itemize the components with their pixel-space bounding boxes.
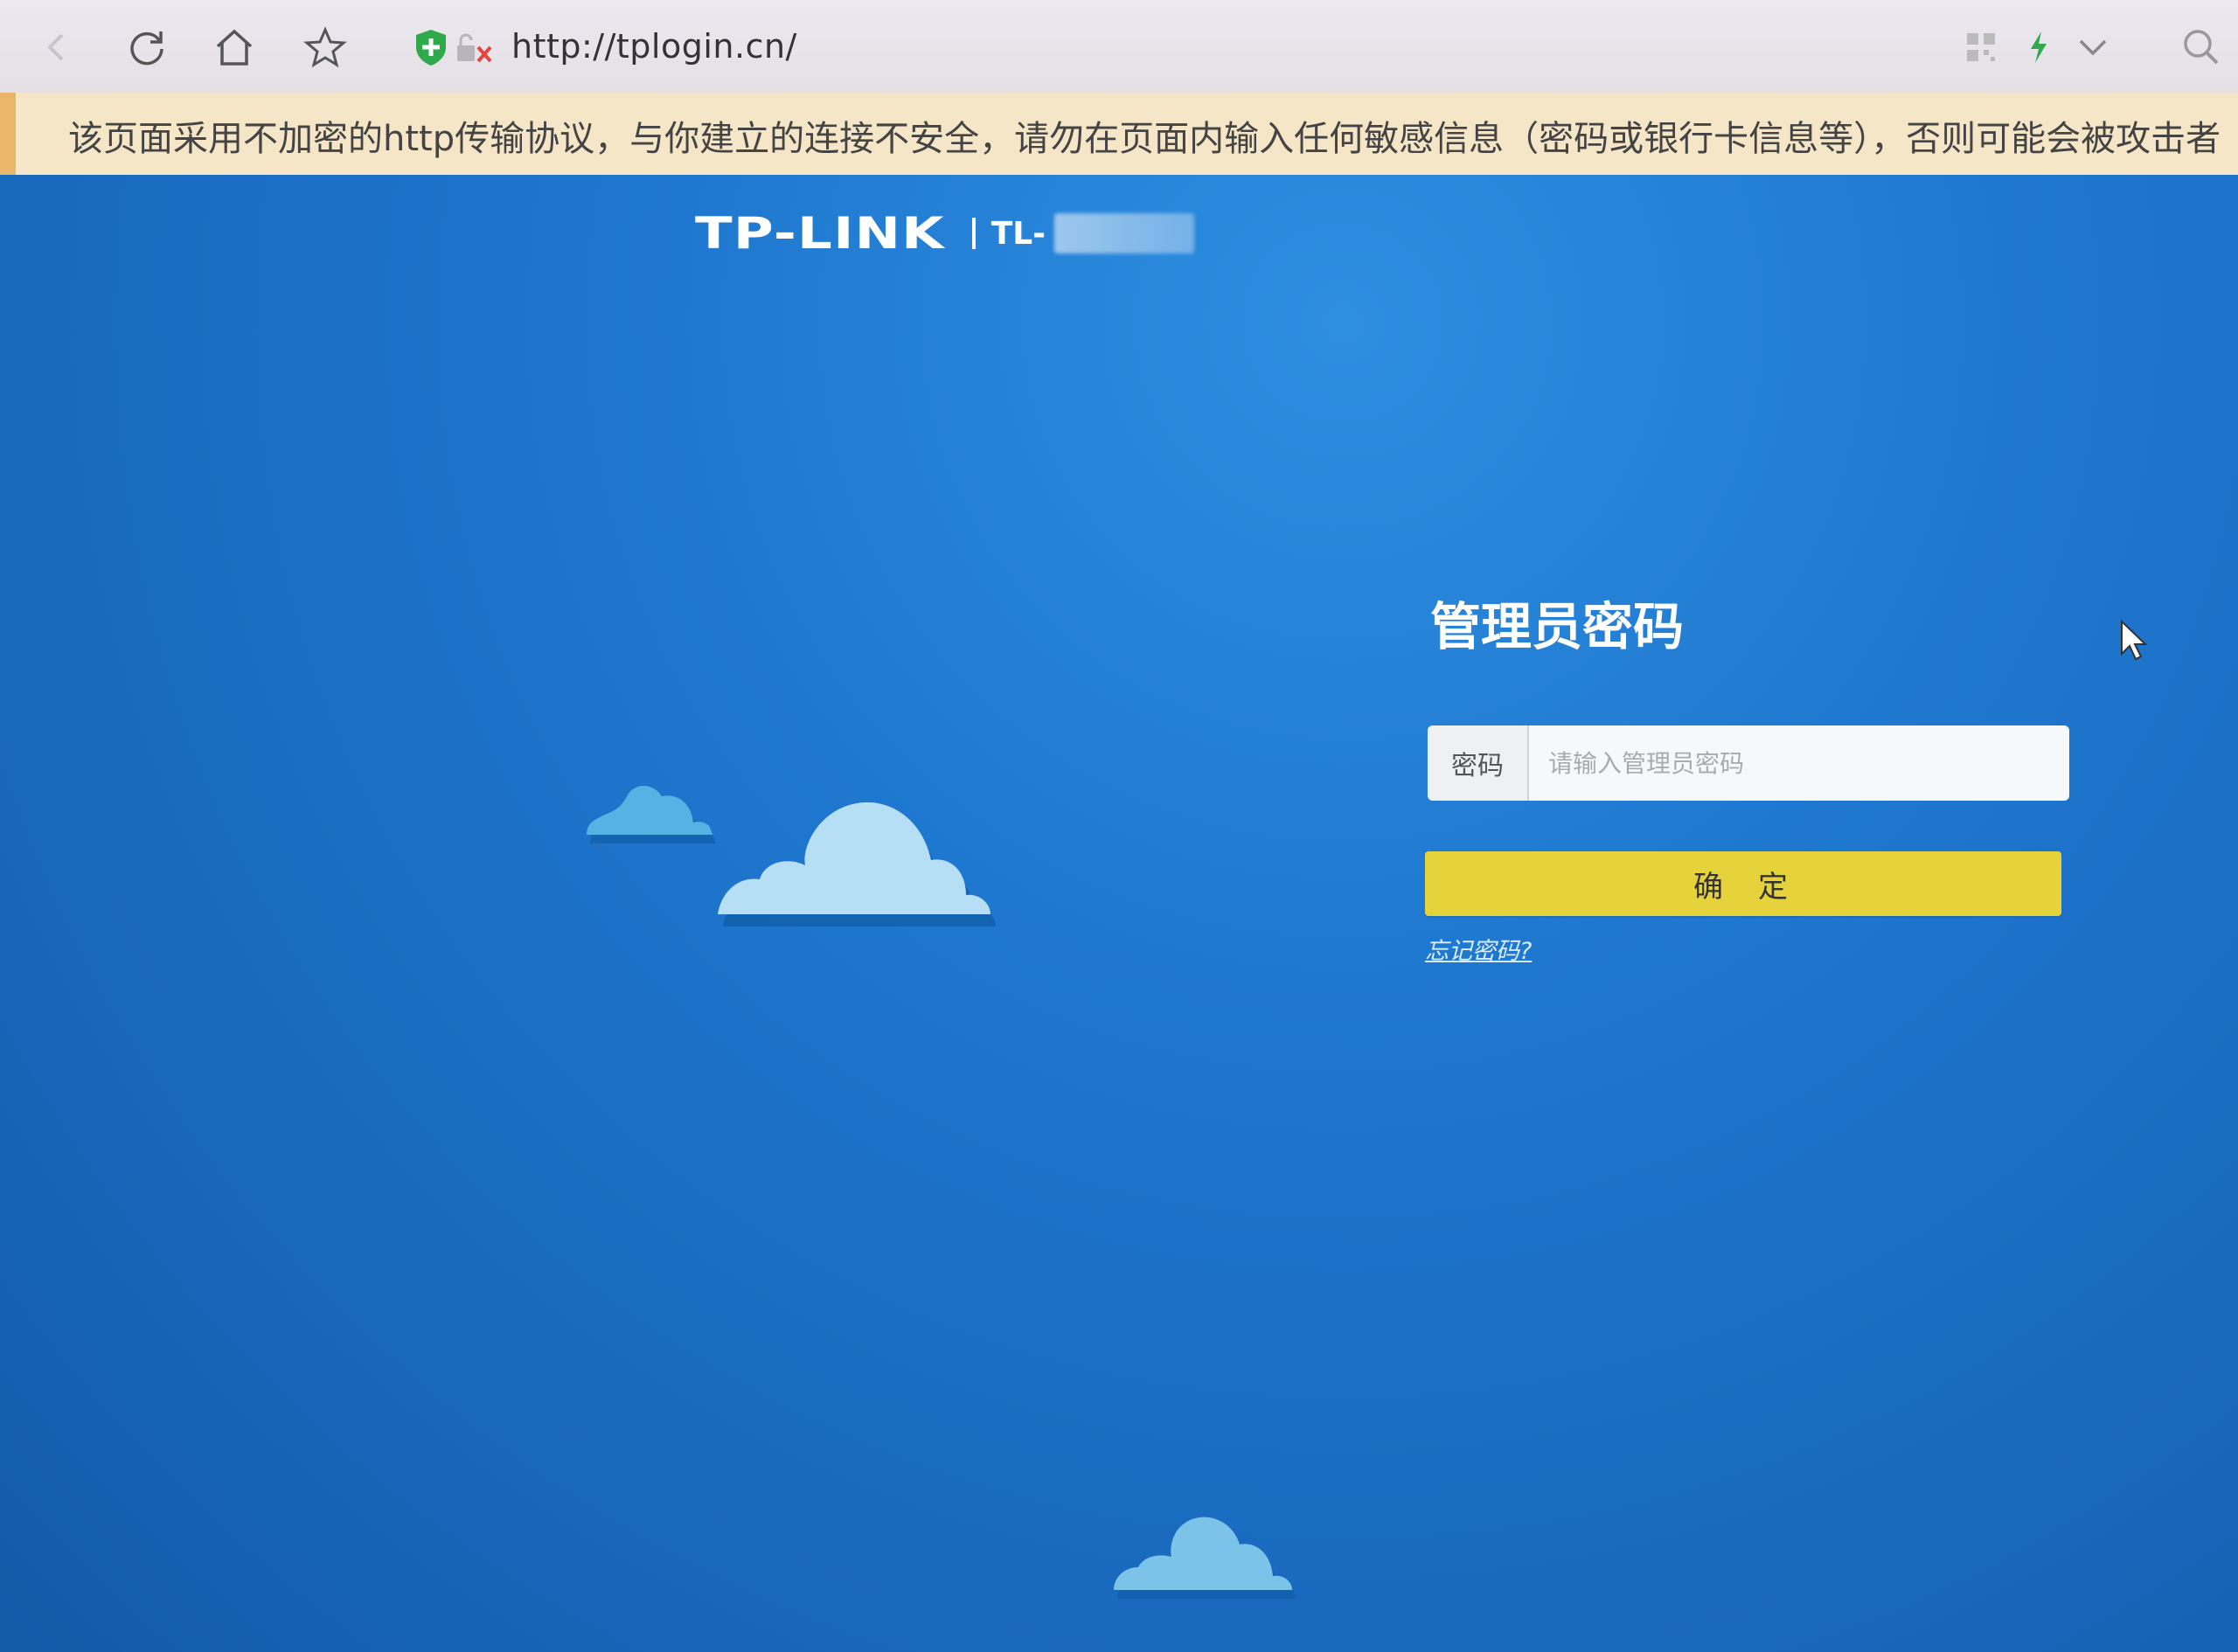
refresh-icon[interactable]	[122, 23, 171, 72]
chevron-down-icon[interactable]	[2068, 23, 2117, 72]
back-icon[interactable]	[31, 23, 80, 72]
confirm-button[interactable]: 确定	[1425, 851, 2061, 916]
brand-header: TP-LINK TL-	[695, 208, 1195, 259]
mouse-cursor-icon	[2121, 619, 2148, 661]
model-prefix: TL-	[990, 215, 1046, 252]
qr-icon[interactable]	[1957, 23, 2005, 72]
address-bar[interactable]: http://tplogin.cn/	[398, 16, 1901, 77]
router-login-page: TP-LINK TL- 管理员密码 密码 确定 忘记密码?	[0, 175, 2238, 1652]
password-label: 密码	[1428, 725, 1529, 801]
cloud-large-icon	[718, 802, 996, 927]
shield-icon[interactable]	[414, 28, 448, 70]
brand-divider	[971, 218, 976, 249]
browser-toolbar: http://tplogin.cn/	[0, 0, 2238, 94]
model-number-redacted	[1054, 213, 1195, 253]
cloud-bottom-icon	[1114, 1517, 1296, 1599]
password-field-group: 密码	[1428, 725, 2069, 801]
search-icon[interactable]	[2177, 23, 2226, 72]
home-icon[interactable]	[210, 23, 259, 72]
warning-text: 该页面采用不加密的http传输协议，与你建立的连接不安全，请勿在页面内输入任何敏…	[68, 119, 2221, 159]
lightning-icon[interactable]	[2014, 23, 2063, 72]
cloud-small-icon	[587, 786, 716, 843]
security-warning-bar: 该页面采用不加密的http传输协议，与你建立的连接不安全，请勿在页面内输入任何敏…	[0, 93, 2238, 177]
password-input[interactable]	[1529, 725, 2069, 801]
url-text[interactable]: http://tplogin.cn/	[511, 27, 797, 66]
login-title: 管理员密码	[1430, 597, 1685, 656]
star-icon[interactable]	[301, 23, 350, 72]
forgot-password-link[interactable]: 忘记密码?	[1425, 932, 1532, 966]
insecure-lock-icon[interactable]	[455, 31, 494, 70]
warning-accent	[0, 93, 16, 175]
brand-logo: TP-LINK	[695, 208, 945, 259]
